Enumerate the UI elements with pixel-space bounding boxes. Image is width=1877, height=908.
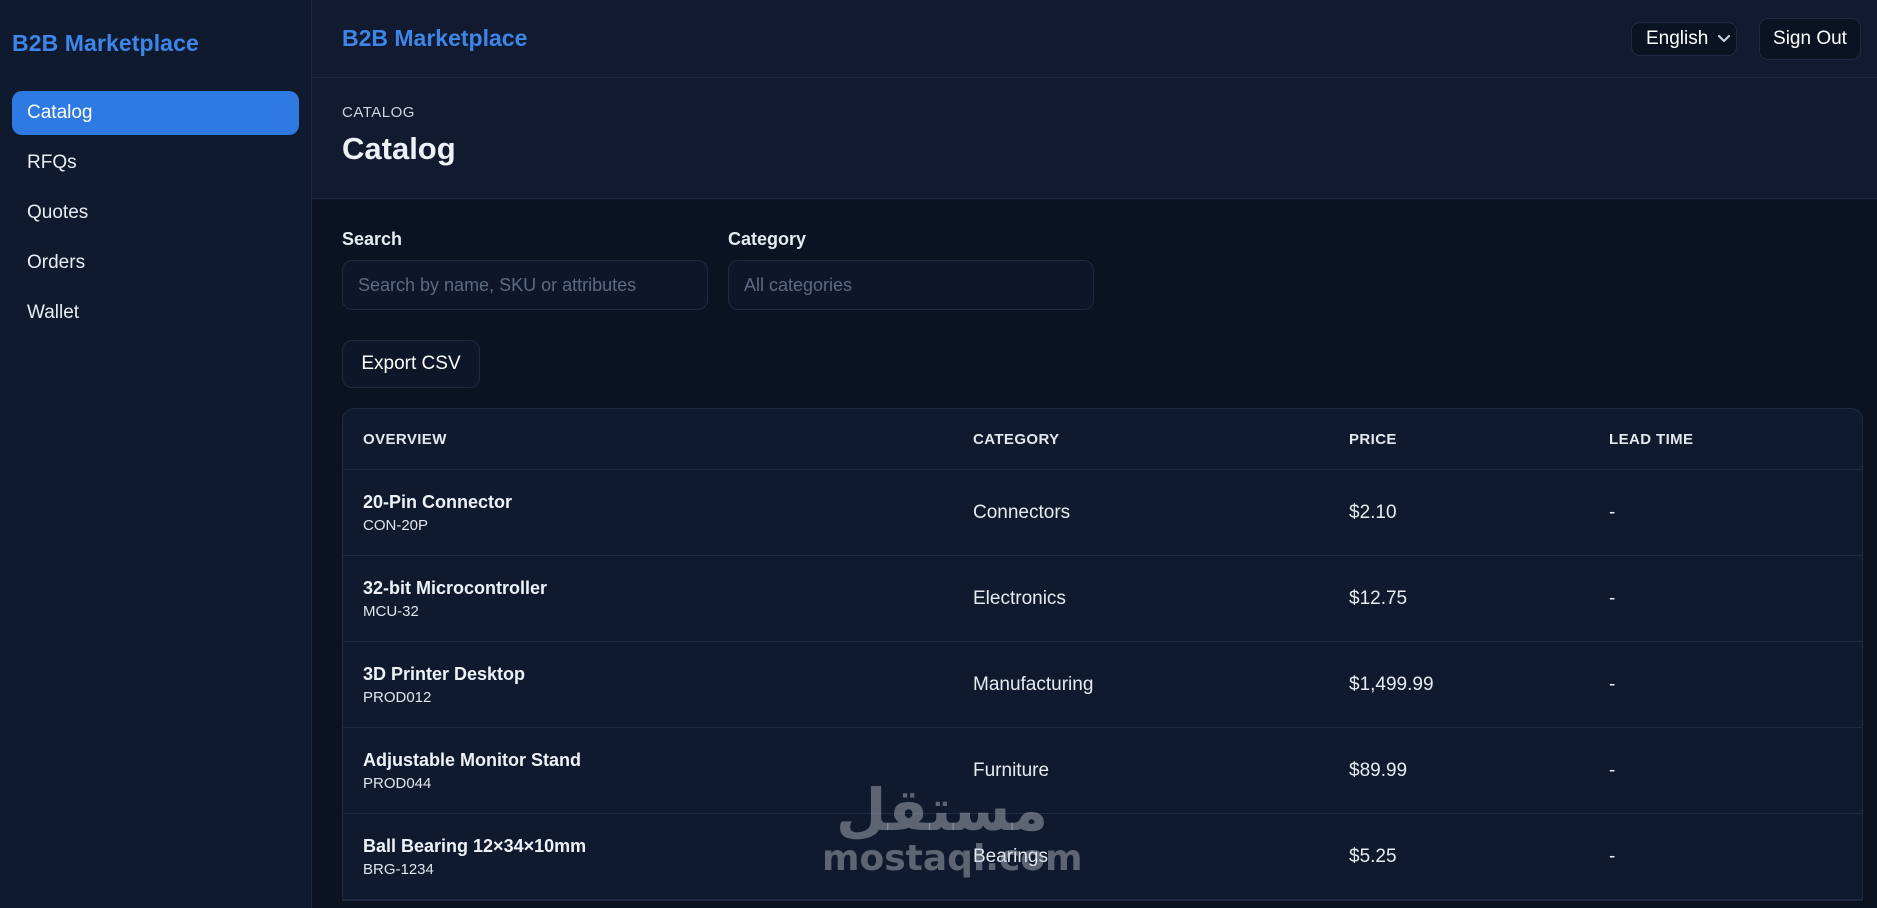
search-input[interactable]: Search by name, SKU or attributes [342,260,708,310]
sidebar-item-label: Wallet [27,302,80,323]
category-label: Category [728,229,807,249]
topbar: B2B Marketplace English Sign Out [312,0,1877,78]
sidebar-item-quotes[interactable]: Quotes [12,191,299,235]
price-cell: $1,499.99 [1349,673,1434,695]
page-title: Catalog [342,131,456,166]
price-cell: $2.10 [1349,501,1397,523]
product-name[interactable]: Ball Bearing 12×34×10mm [363,836,973,857]
sign-out-button[interactable]: Sign Out [1759,17,1861,60]
column-header-category[interactable]: CATEGORY [973,431,1349,448]
overview-cell: 20-Pin Connector CON-20P [343,492,973,534]
overview-cell: 3D Printer Desktop PROD012 [343,664,973,706]
language-value: English [1646,27,1709,49]
product-name[interactable]: 3D Printer Desktop [363,664,973,685]
table-row[interactable]: Ball Bearing 12×34×10mm BRG-1234 Bearing… [343,814,1862,900]
sidebar-item-wallet[interactable]: Wallet [12,291,299,335]
filters: Search Search by name, SKU or attributes… [342,229,1863,310]
lead-time-cell: - [1609,587,1616,609]
product-sku: PROD044 [363,774,432,792]
product-sku: BRG-1234 [363,860,434,878]
table-row[interactable]: 32-bit Microcontroller MCU-32 Electronic… [343,556,1862,642]
category-cell: Furniture [973,759,1050,781]
category-cell: Electronics [973,587,1066,609]
category-cell: Bearings [973,845,1048,867]
export-csv-button[interactable]: Export CSV [342,340,480,388]
sidebar-item-label: RFQs [27,152,77,173]
sidebar-item-orders[interactable]: Orders [12,241,299,285]
sidebar-item-rfqs[interactable]: RFQs [12,141,299,185]
search-field: Search Search by name, SKU or attributes [342,229,708,310]
sidebar-brand[interactable]: B2B Marketplace [0,30,311,57]
column-header-overview[interactable]: OVERVIEW [343,431,973,448]
overview-cell: 32-bit Microcontroller MCU-32 [343,578,973,620]
column-header-lead-time[interactable]: LEAD TIME [1609,431,1862,448]
sidebar-item-catalog[interactable]: Catalog [12,91,299,135]
catalog-content: Search Search by name, SKU or attributes… [312,199,1877,908]
sidebar-item-label: Catalog [27,102,93,123]
table-row[interactable]: 20-Pin Connector CON-20P Connectors $2.1… [343,470,1862,556]
overview-cell: Adjustable Monitor Stand PROD044 [343,750,973,792]
lead-time-cell: - [1609,673,1616,695]
lead-time-cell: - [1609,759,1616,781]
price-cell: $5.25 [1349,845,1397,867]
category-cell: Connectors [973,501,1071,523]
sidebar-item-label: Orders [27,252,86,273]
column-header-price[interactable]: PRICE [1349,431,1609,448]
main-area: B2B Marketplace English Sign Out CATALOG… [312,0,1877,908]
language-select[interactable]: English [1631,21,1737,56]
product-sku: CON-20P [363,516,429,534]
product-name[interactable]: 32-bit Microcontroller [363,578,973,599]
chevron-down-icon [1718,32,1731,46]
sidebar: B2B Marketplace Catalog RFQs Quotes Orde… [0,0,312,908]
breadcrumb: CATALOG [342,104,415,121]
overview-cell: Ball Bearing 12×34×10mm BRG-1234 [343,836,973,878]
lead-time-cell: - [1609,845,1616,867]
price-cell: $12.75 [1349,587,1408,609]
sidebar-item-label: Quotes [27,202,89,223]
product-sku: PROD012 [363,688,432,706]
table-row[interactable]: Adjustable Monitor Stand PROD044 Furnitu… [343,728,1862,814]
product-name[interactable]: Adjustable Monitor Stand [363,750,973,771]
app-window: B2B Marketplace Catalog RFQs Quotes Orde… [0,0,1877,908]
catalog-table: OVERVIEW CATEGORY PRICE LEAD TIME 20-Pin… [342,408,1863,901]
page-header: CATALOG Catalog [312,78,1877,199]
table-row[interactable]: 3D Printer Desktop PROD012 Manufacturing… [343,642,1862,728]
category-select[interactable]: All categories [728,260,1094,310]
search-label: Search [342,229,403,249]
table-header: OVERVIEW CATEGORY PRICE LEAD TIME [343,409,1862,470]
product-sku: MCU-32 [363,602,419,620]
topbar-title[interactable]: B2B Marketplace [342,25,527,52]
category-cell: Manufacturing [973,673,1094,695]
category-field: Category All categories [728,229,1094,310]
lead-time-cell: - [1609,501,1616,523]
product-name[interactable]: 20-Pin Connector [363,492,973,513]
price-cell: $89.99 [1349,759,1408,781]
sidebar-nav: Catalog RFQs Quotes Orders Wallet [0,91,311,335]
